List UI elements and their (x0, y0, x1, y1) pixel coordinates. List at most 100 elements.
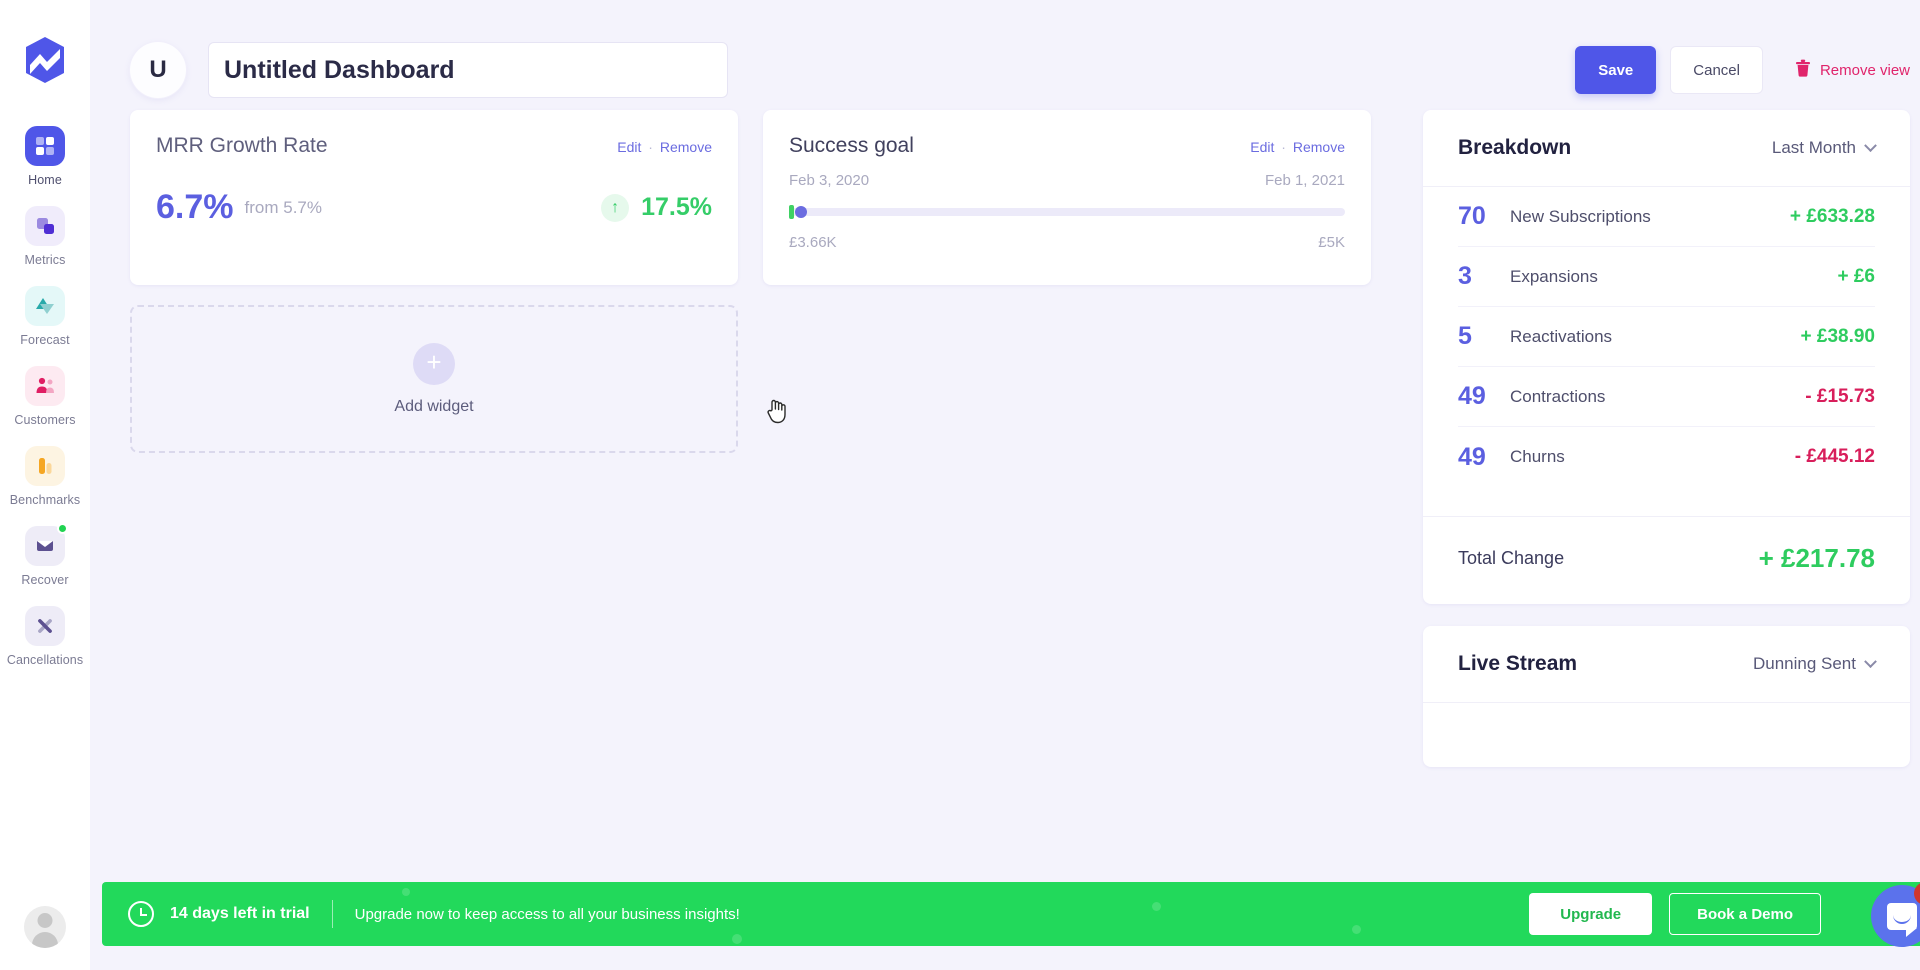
widget-body: 6.7% from 5.7% ↑ 17.5% (156, 188, 712, 227)
breakdown-amount: - £445.12 (1795, 446, 1875, 468)
breakdown-total-row: Total Change + £217.78 (1423, 516, 1910, 604)
dashboard-header: U Save Cancel Remove view (90, 0, 1920, 110)
book-demo-button[interactable]: Book a Demo (1669, 893, 1821, 935)
amount-sign: + (1837, 265, 1849, 287)
plus-icon: + (413, 342, 455, 385)
widget-actions: Edit · Remove (1250, 134, 1345, 155)
widget-column: MRR Growth Rate Edit · Remove 6.7% from (130, 110, 1398, 767)
baremetrics-logo-icon[interactable] (19, 34, 71, 86)
breakdown-row[interactable]: 49 Contractions - £15.73 (1458, 367, 1875, 427)
goal-progress-bar (789, 205, 1345, 219)
widget-actions: Edit · Remove (617, 134, 712, 155)
goal-current-value: £3.66K (789, 234, 837, 251)
layers-icon (25, 206, 65, 246)
breakdown-label: New Subscriptions (1510, 206, 1651, 226)
remove-view-button[interactable]: Remove view (1795, 59, 1910, 81)
sidebar-item-benchmarks[interactable]: Benchmarks (0, 446, 90, 507)
amount-sign: - (1794, 446, 1802, 467)
breakdown-period-label: Last Month (1771, 138, 1856, 157)
sidebar-item-label: Recover (21, 573, 69, 587)
breakdown-count: 49 (1458, 382, 1486, 410)
progress-track (789, 208, 1345, 216)
banner-divider (331, 900, 333, 928)
bars-icon (25, 446, 65, 486)
live-stream-title: Live Stream (1458, 652, 1578, 675)
breakdown-amount: - £15.73 (1805, 386, 1875, 408)
trial-banner: 14 days left in trial Upgrade now to kee… (102, 882, 1920, 946)
sidebar-item-customers[interactable]: Customers (0, 366, 90, 427)
amount-value: £15.73 (1816, 385, 1875, 407)
remove-view-label: Remove view (1819, 61, 1910, 79)
dashboard-title-input[interactable] (208, 42, 728, 98)
cancel-button[interactable]: Cancel (1670, 46, 1763, 94)
mrr-delta-value: 17.5% (641, 193, 712, 221)
widget-edit-link[interactable]: Edit (617, 139, 641, 155)
grid-icon (25, 126, 65, 166)
sidebar-item-label: Home (28, 173, 62, 187)
widget-row: MRR Growth Rate Edit · Remove 6.7% from (130, 110, 1398, 285)
sidebar: Home Metrics Forecast Customers Benchmar… (0, 0, 90, 970)
mrr-trend-group: ↑ 17.5% (601, 193, 712, 222)
dashboard-avatar: U (130, 42, 186, 98)
goal-start-date: Feb 3, 2020 (789, 172, 870, 189)
sidebar-item-label: Customers (14, 413, 76, 427)
add-widget-button[interactable]: + Add widget (130, 305, 738, 453)
total-sign: + (1758, 543, 1774, 573)
sidebar-item-label: Forecast (20, 333, 70, 347)
mouse-cursor (766, 398, 788, 424)
save-button[interactable]: Save (1575, 46, 1657, 94)
dashboard-content: MRR Growth Rate Edit · Remove 6.7% from (90, 110, 1920, 767)
total-value: £217.78 (1781, 543, 1875, 573)
widget-header: Success goal Edit · Remove (789, 134, 1345, 158)
people-icon (25, 366, 65, 406)
widget-edit-link[interactable]: Edit (1250, 139, 1274, 155)
breakdown-amount: + £633.28 (1790, 206, 1875, 228)
breakdown-label: Churns (1510, 447, 1565, 466)
progress-start-marker (789, 205, 794, 219)
mrr-previous-value: from 5.7% (245, 198, 322, 218)
triangles-icon (25, 286, 65, 326)
widget-remove-link[interactable]: Remove (660, 139, 712, 155)
live-stream-panel: Live Stream Dunning Sent (1423, 626, 1910, 767)
chevron-down-icon (1864, 654, 1877, 668)
panel-gap (1423, 604, 1910, 626)
breakdown-list: 70 New Subscriptions + £633.28 3 Expansi… (1423, 187, 1910, 487)
breakdown-count: 49 (1458, 442, 1486, 471)
banner-decor-bubble (1152, 902, 1161, 911)
clock-icon (128, 901, 154, 927)
breakdown-row[interactable]: 70 New Subscriptions + £633.28 (1458, 187, 1875, 247)
user-avatar[interactable] (24, 906, 66, 948)
sidebar-nav: Home Metrics Forecast Customers Benchmar… (0, 126, 90, 686)
upgrade-button[interactable]: Upgrade (1529, 893, 1653, 935)
progress-knob[interactable] (795, 206, 807, 218)
goal-value-row: £3.66K £5K (789, 234, 1345, 251)
sidebar-item-cancellations[interactable]: Cancellations (0, 606, 90, 667)
add-widget-label: Add widget (394, 397, 474, 415)
arrow-up-icon: ↑ (601, 193, 630, 222)
breakdown-count: 5 (1458, 322, 1472, 350)
breakdown-row[interactable]: 5 Reactivations + £38.90 (1458, 307, 1875, 367)
sidebar-item-forecast[interactable]: Forecast (0, 286, 90, 347)
widget-mrr-growth-rate: MRR Growth Rate Edit · Remove 6.7% from (130, 110, 738, 285)
sidebar-item-recover[interactable]: Recover (0, 523, 90, 587)
breakdown-amount: + £6 (1837, 266, 1875, 288)
amount-value: £6 (1853, 265, 1875, 287)
widget-header: MRR Growth Rate Edit · Remove (156, 134, 712, 158)
breakdown-row[interactable]: 49 Churns - £445.12 (1458, 427, 1875, 487)
amount-value: £633.28 (1806, 205, 1875, 227)
breakdown-count: 3 (1458, 262, 1472, 290)
widget-remove-link[interactable]: Remove (1293, 139, 1345, 155)
from-label: from (244, 197, 279, 217)
live-stream-filter-select[interactable]: Dunning Sent (1753, 654, 1877, 674)
avatar-image (24, 906, 66, 948)
breakdown-period-select[interactable]: Last Month (1771, 138, 1877, 158)
breakdown-title: Breakdown (1458, 136, 1572, 159)
breakdown-row[interactable]: 3 Expansions + £6 (1458, 247, 1875, 307)
sidebar-item-home[interactable]: Home (0, 126, 90, 187)
x-cross-icon (25, 606, 65, 646)
goal-end-date: Feb 1, 2021 (1264, 172, 1345, 189)
goal-target-value: £5K (1318, 234, 1345, 251)
envelope-icon (25, 523, 68, 566)
sidebar-item-metrics[interactable]: Metrics (0, 206, 90, 267)
widget-success-goal: Success goal Edit · Remove Feb 3, 2020 F… (763, 110, 1371, 285)
